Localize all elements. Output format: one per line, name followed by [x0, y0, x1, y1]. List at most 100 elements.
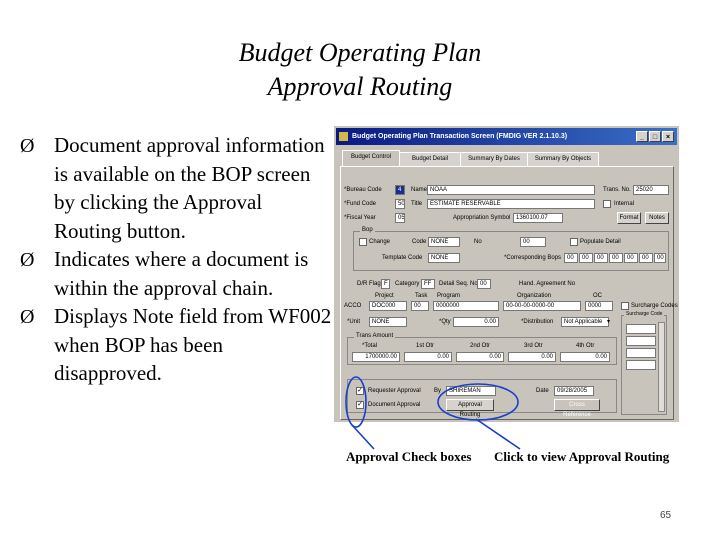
amount-q3-field[interactable]: 0.00: [508, 352, 556, 362]
trans-amount-title: Trans Amount: [354, 333, 396, 339]
amount-total-field[interactable]: 1700000.00: [352, 352, 400, 362]
caption-approval-check-boxes: Approval Check boxes: [346, 449, 472, 464]
fiscal-year-field[interactable]: 05: [395, 213, 405, 223]
maximize-button[interactable]: □: [649, 131, 661, 142]
corr-bop-field[interactable]: 00: [654, 253, 666, 263]
code-label: Code: [412, 239, 427, 245]
trans-no-field[interactable]: 25020: [633, 185, 669, 195]
tab-summary-objects[interactable]: Summary By Objects: [527, 152, 599, 166]
window-title: Budget Operating Plan Transaction Screen…: [352, 133, 568, 140]
corr-bop-field[interactable]: 00: [609, 253, 623, 263]
col-header-program: Program: [437, 293, 461, 299]
acco-project-field[interactable]: DOC000: [369, 301, 407, 311]
format-button[interactable]: Format: [617, 212, 641, 224]
arrow-bullet-icon: Ø: [20, 306, 35, 328]
document-approval-checkbox[interactable]: ✓: [356, 401, 364, 409]
surcharge-code-row[interactable]: [626, 348, 656, 358]
fund-code-field[interactable]: 50: [395, 199, 405, 209]
no-label: No: [474, 239, 482, 245]
no-field[interactable]: 00: [520, 237, 546, 247]
code-field[interactable]: NONE: [428, 237, 460, 247]
surcharge-checkbox[interactable]: [621, 302, 629, 310]
corr-bop-field[interactable]: 00: [639, 253, 653, 263]
notes-button[interactable]: Notes: [645, 212, 669, 224]
col-header-organization: Organization: [517, 293, 552, 299]
amount-q4-field[interactable]: 0.00: [560, 352, 610, 362]
date-label: Date: [536, 388, 549, 394]
col-header-oc: OC: [593, 293, 602, 299]
title-label: Title: [411, 201, 423, 207]
requester-approval-label: Requester Approval: [368, 388, 421, 394]
cross-reference-button[interactable]: Cross Reference: [554, 399, 600, 418]
close-button[interactable]: ×: [662, 131, 674, 142]
amount-header-q3: 3rd Otr: [524, 343, 543, 349]
budget-control-panel: *Bureau Code 4 Name NOAA Trans. No. 2502…: [340, 166, 678, 420]
tab-budget-detail[interactable]: Budget Detail: [399, 152, 461, 166]
corr-bops-label: *Corresponding Bops: [504, 255, 562, 261]
trans-no-label: Trans. No.: [603, 187, 631, 193]
acco-label: ACCO: [344, 303, 362, 309]
col-header-task: Task: [415, 293, 428, 299]
corr-bop-field[interactable]: 00: [564, 253, 578, 263]
unit-field[interactable]: NONE: [369, 317, 407, 327]
slide-title: Budget Operating Plan Approval Routing: [0, 36, 720, 104]
surcharge-code-row[interactable]: [626, 360, 656, 370]
detail-seq-field[interactable]: 00: [477, 279, 491, 289]
template-code-field[interactable]: NONE: [428, 253, 460, 263]
surcharge-label: Surcharge Codes: [631, 303, 678, 309]
acco-oc-field[interactable]: 0000: [585, 301, 613, 311]
bullet-text: Displays Note field from WF002 when BOP …: [54, 304, 332, 385]
chevron-down-icon[interactable]: ▾: [607, 318, 610, 325]
bullet-list: Ø Document approval information is avail…: [20, 131, 332, 388]
dr-flag-field[interactable]: F: [381, 279, 390, 289]
amount-header-total: *Total: [362, 343, 378, 349]
corr-bop-field[interactable]: 00: [579, 253, 593, 263]
amount-q1-field[interactable]: 0.00: [404, 352, 452, 362]
acco-task-field[interactable]: 00: [411, 301, 429, 311]
category-field[interactable]: FF: [421, 279, 435, 289]
col-header-project: Project: [375, 293, 394, 299]
name-field[interactable]: NOAA: [427, 185, 595, 195]
hand-agreement-label: Hand. Agreement No: [519, 281, 576, 287]
scrollbar[interactable]: [658, 322, 665, 412]
tab-summary-dates[interactable]: Summary By Dates: [460, 152, 528, 166]
bureau-code-field[interactable]: 4: [395, 185, 405, 195]
bureau-code-label: *Bureau Code: [344, 187, 382, 193]
fiscal-year-label: *Fiscal Year: [344, 215, 376, 221]
acco-organization-field[interactable]: 00-00-00-0000-00: [503, 301, 581, 311]
distribution-label: *Distribution: [521, 319, 554, 325]
detail-seq-label: Detail Seq. No: [439, 281, 478, 287]
surcharge-code-row[interactable]: [626, 336, 656, 346]
change-checkbox[interactable]: [359, 238, 367, 246]
arrow-bullet-icon: Ø: [20, 249, 35, 271]
window-title-bar: Budget Operating Plan Transaction Screen…: [336, 128, 677, 145]
title-line-1: Budget Operating Plan: [238, 38, 482, 67]
date-field[interactable]: 09/28/2005: [554, 386, 594, 396]
acco-program-field[interactable]: 0000000: [433, 301, 499, 311]
approp-field[interactable]: 1360100.07: [513, 213, 563, 223]
tab-budget-control[interactable]: Budget Control: [342, 150, 400, 167]
by-field[interactable]: SHIREMAN: [446, 386, 496, 396]
bop-group: Bop Change Code NONE No 00 Populate Deta…: [353, 227, 669, 271]
qty-field[interactable]: 0.00: [453, 317, 499, 327]
approval-group: ✓ Requester Approval ✓ Document Approval…: [347, 379, 617, 418]
approval-routing-button[interactable]: Approval Routing: [446, 399, 494, 418]
bullet-text: Indicates where a document is within the…: [54, 247, 309, 300]
minimize-button[interactable]: _: [636, 131, 648, 142]
internal-checkbox[interactable]: [603, 200, 611, 208]
distribution-select[interactable]: Not Applicable: [561, 317, 609, 327]
corr-bop-field[interactable]: 00: [624, 253, 638, 263]
corr-bop-field[interactable]: 00: [594, 253, 608, 263]
trans-amount-group: Trans Amount *Total 1st Otr 2nd Otr 3rd …: [347, 333, 617, 365]
bullet-item: Ø Indicates where a document is within t…: [20, 245, 332, 302]
bullet-item: Ø Document approval information is avail…: [20, 131, 332, 245]
bop-window: Budget Operating Plan Transaction Screen…: [334, 126, 679, 422]
amount-q2-field[interactable]: 0.00: [456, 352, 504, 362]
populate-checkbox[interactable]: [570, 238, 578, 246]
caption-approval-routing: Click to view Approval Routing: [494, 449, 670, 464]
title-field[interactable]: ESTIMATE RESERVABLE: [427, 199, 595, 209]
surcharge-code-row[interactable]: [626, 324, 656, 334]
app-icon: [339, 132, 348, 141]
bullet-text: Document approval information is availab…: [54, 133, 325, 243]
requester-approval-checkbox[interactable]: ✓: [356, 387, 364, 395]
